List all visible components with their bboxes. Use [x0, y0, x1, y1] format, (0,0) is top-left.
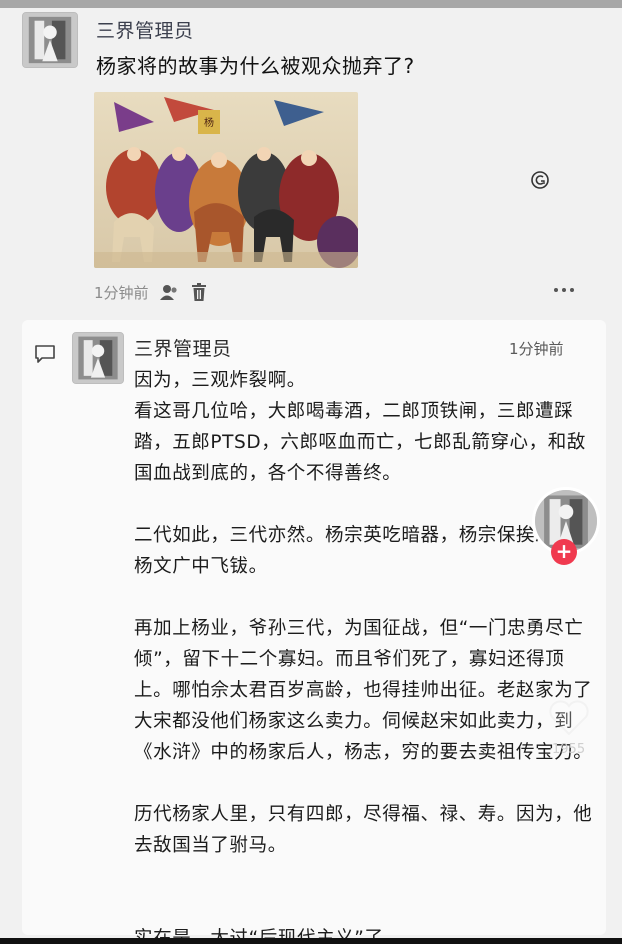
trash-icon[interactable]: [189, 282, 209, 302]
share-icon[interactable]: [530, 170, 550, 190]
post-title: 杨家将的故事为什么被观众抛弃了?: [96, 54, 415, 78]
comment-body: 因为，三观炸裂啊。 看这哥几位哈，大郎喝毒酒，二郎顶铁闸，三郎遭踩踏，五郎PTS…: [134, 365, 594, 944]
more-dots-icon[interactable]: [554, 288, 574, 292]
comment-author-avatar[interactable]: [72, 332, 124, 384]
top-status-strip: [0, 0, 622, 8]
heart-icon[interactable]: [548, 700, 590, 736]
post-author-name[interactable]: 三界管理员: [96, 16, 194, 43]
comment-paragraph-3: 再加上杨业，爷孙三代，为国征战，但“一门忠勇尽亡倾”，留下十二个寡妇。而且爷们死…: [134, 618, 593, 763]
post-meta-row: 1分钟前: [94, 280, 209, 304]
comment-paragraph-4: 历代杨家人里，只有四郎，尽得福、禄、寿。因为，他去敌国当了驸马。: [134, 804, 593, 856]
like-count: 1955: [552, 742, 586, 757]
image-seal-text: 杨: [204, 116, 214, 129]
user-icon[interactable]: [159, 282, 179, 302]
bottom-edge: [0, 938, 622, 944]
comment-paragraph-2: 二代如此，三代亦然。杨宗英吃暗器，杨宗保挨冷箭，杨文广中飞钹。: [134, 525, 593, 577]
follow-plus-button[interactable]: +: [551, 539, 577, 565]
comment-paragraph-1: 因为，三观炸裂啊。 看这哥几位哈，大郎喝毒酒，二郎顶铁闸，三郎遭踩踏，五郎PTS…: [134, 370, 586, 484]
post-image[interactable]: 杨: [94, 92, 358, 268]
post-author-avatar[interactable]: [22, 12, 78, 68]
comment-icon[interactable]: [34, 344, 56, 364]
comment-time: 1分钟前: [509, 340, 564, 358]
post-time: 1分钟前: [94, 283, 149, 302]
comment-author-name[interactable]: 三界管理员: [134, 334, 232, 361]
